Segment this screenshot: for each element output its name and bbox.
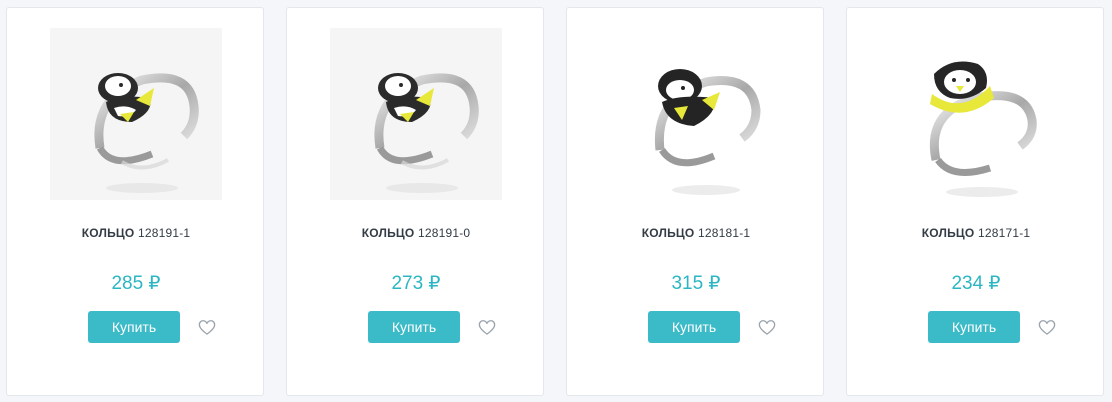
product-image[interactable] — [330, 28, 502, 200]
product-code: 128191-1 — [137, 226, 191, 240]
product-title[interactable]: КОЛЬЦО 128191-1 — [7, 226, 265, 240]
product-card[interactable]: КОЛЬЦО 128191-1 285 ₽ Купить — [6, 7, 264, 396]
product-title-word: КОЛЬЦО — [641, 226, 695, 240]
product-code: 128191-0 — [417, 226, 471, 240]
product-price: 273 ₽ — [391, 273, 441, 294]
favorite-button[interactable] — [477, 317, 497, 337]
ring-image — [890, 28, 1062, 200]
heart-outline-icon — [1038, 320, 1056, 335]
buy-button[interactable]: Купить — [928, 311, 1020, 343]
product-code: 128181-1 — [697, 226, 751, 240]
buy-button[interactable]: Купить — [648, 311, 740, 343]
heart-outline-icon — [198, 320, 216, 335]
product-title[interactable]: КОЛЬЦО 128171-1 — [847, 226, 1105, 240]
buy-button[interactable]: Купить — [88, 311, 180, 343]
product-price: 315 ₽ — [671, 273, 721, 294]
product-card[interactable]: КОЛЬЦО 128181-1 315 ₽ Купить — [566, 7, 824, 396]
ring-image — [330, 28, 502, 200]
product-price: 285 ₽ — [111, 273, 161, 294]
product-image[interactable] — [50, 28, 222, 200]
favorite-button[interactable] — [1037, 317, 1057, 337]
product-code: 128171-1 — [977, 226, 1031, 240]
product-image[interactable] — [890, 28, 1062, 200]
product-title-word: КОЛЬЦО — [81, 226, 135, 240]
product-grid: КОЛЬЦО 128191-1 285 ₽ Купить КОЛЬЦО 1281… — [0, 0, 1112, 402]
heart-outline-icon — [758, 320, 776, 335]
ring-image — [50, 28, 222, 200]
ring-image — [610, 28, 782, 200]
buy-button[interactable]: Купить — [368, 311, 460, 343]
product-title-word: КОЛЬЦО — [921, 226, 975, 240]
product-card[interactable]: КОЛЬЦО 128171-1 234 ₽ Купить — [846, 7, 1104, 396]
product-image[interactable] — [610, 28, 782, 200]
product-title[interactable]: КОЛЬЦО 128181-1 — [567, 226, 825, 240]
product-price: 234 ₽ — [951, 273, 1001, 294]
product-title-word: КОЛЬЦО — [361, 226, 415, 240]
product-title[interactable]: КОЛЬЦО 128191-0 — [287, 226, 545, 240]
favorite-button[interactable] — [197, 317, 217, 337]
favorite-button[interactable] — [757, 317, 777, 337]
heart-outline-icon — [478, 320, 496, 335]
product-card[interactable]: КОЛЬЦО 128191-0 273 ₽ Купить — [286, 7, 544, 396]
